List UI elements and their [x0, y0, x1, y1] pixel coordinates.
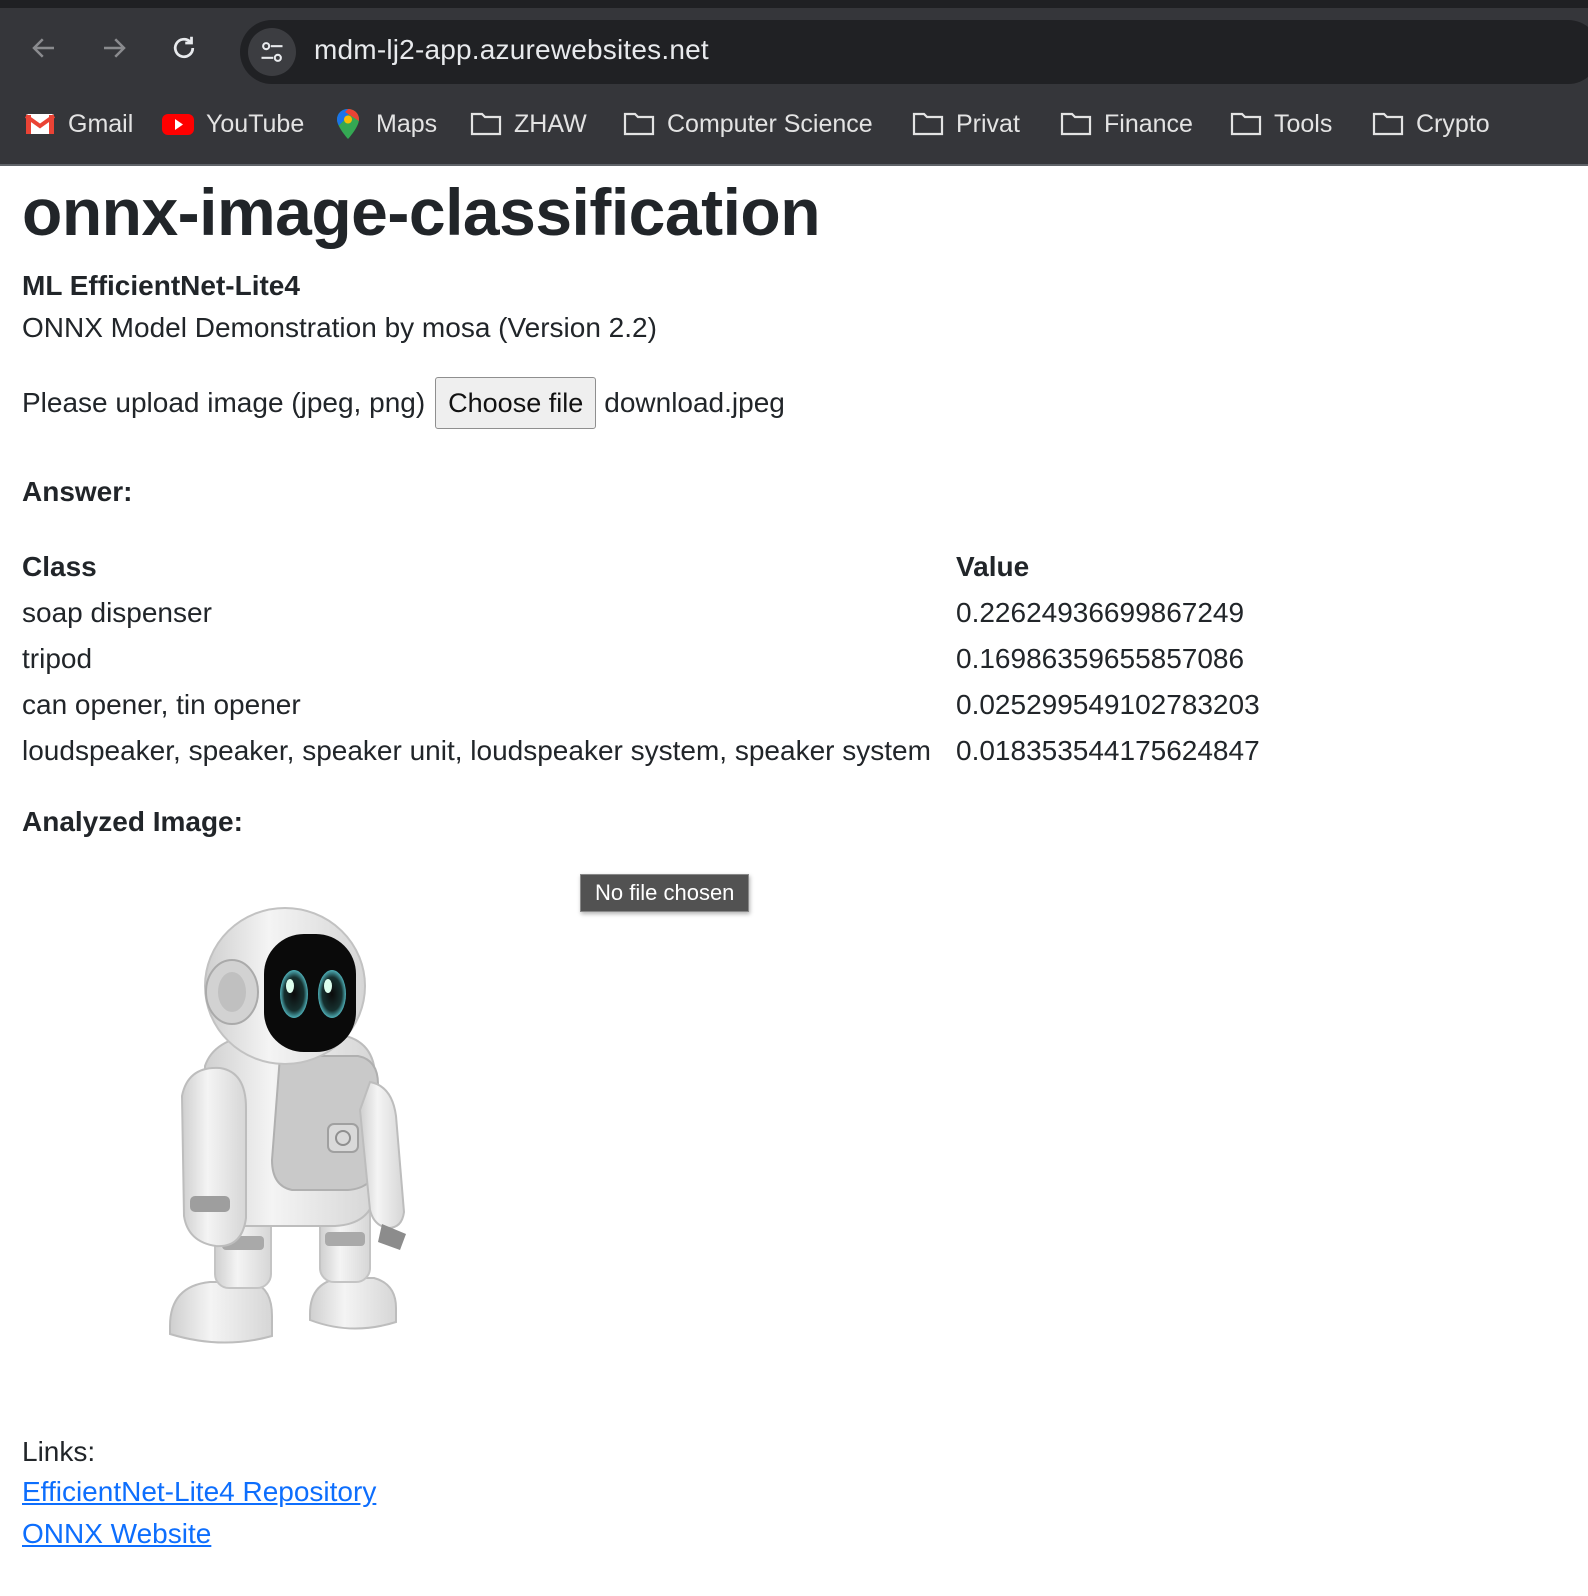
model-subtitle: ML EfficientNet-Lite4	[22, 270, 300, 301]
bookmark-label: Gmail	[68, 109, 134, 138]
value-cell: 0.16986359655857086	[956, 643, 1245, 674]
column-header-class: Class	[22, 551, 97, 582]
analyzed-image-heading: Analyzed Image:	[22, 806, 243, 837]
reload-icon	[173, 36, 195, 59]
links-label: Links:	[22, 1436, 96, 1467]
bookmark-label: Maps	[376, 109, 438, 138]
reload-button[interactable]	[164, 28, 204, 68]
browser-chrome: mdm-lj2-app.azurewebsites.net Gmail YouT…	[0, 0, 1588, 166]
class-cell: can opener, tin opener	[22, 689, 301, 720]
bookmark-computer-science[interactable]: Computer Science	[623, 108, 873, 140]
onnx-website-link[interactable]: ONNX Website	[22, 1518, 211, 1550]
tab-strip	[0, 0, 1588, 8]
value-cell: 0.22624936699867249	[956, 597, 1245, 628]
back-button[interactable]	[24, 28, 64, 68]
maps-icon	[332, 108, 364, 140]
upload-form: Please upload image (jpeg, png) Choose f…	[22, 376, 785, 430]
table-row: tripod 0.16986359655857086	[20, 636, 1262, 682]
bookmark-finance[interactable]: Finance	[1060, 108, 1193, 140]
bookmark-crypto[interactable]: Crypto	[1372, 108, 1490, 140]
answer-heading: Answer:	[22, 476, 133, 507]
youtube-icon	[162, 108, 194, 140]
value-cell: 0.025299549102783203	[956, 689, 1260, 720]
arrow-left-icon	[32, 38, 54, 58]
class-cell: tripod	[22, 643, 93, 674]
results-table: Class Value soap dispenser 0.22624936699…	[20, 544, 1262, 774]
gmail-icon	[24, 108, 56, 140]
bookmark-label: Finance	[1104, 109, 1193, 138]
bookmark-label: Computer Science	[667, 109, 873, 138]
bookmark-youtube[interactable]: YouTube	[162, 108, 304, 140]
bookmark-label: Tools	[1274, 109, 1333, 138]
bookmarks-bar: Gmail YouTube Maps ZHAW Computer Science	[0, 86, 1588, 164]
bookmark-zhaw[interactable]: ZHAW	[470, 108, 587, 140]
chosen-file-name: download.jpeg	[604, 387, 785, 418]
arrow-right-icon	[104, 38, 126, 58]
page-description: ONNX Model Demonstration by mosa (Versio…	[22, 312, 657, 343]
folder-icon	[470, 108, 502, 140]
site-settings-button[interactable]	[248, 28, 296, 76]
file-input-tooltip: No file chosen	[580, 874, 750, 912]
bookmark-label: Crypto	[1416, 109, 1490, 138]
bookmark-label: YouTube	[206, 109, 305, 138]
bookmark-privat[interactable]: Privat	[912, 108, 1020, 140]
folder-icon	[912, 108, 944, 140]
folder-icon	[1060, 108, 1092, 140]
upload-label: Please upload image (jpeg, png)	[22, 387, 426, 418]
table-row: can opener, tin opener 0.025299549102783…	[20, 682, 1262, 728]
class-cell: loudspeaker, speaker, speaker unit, loud…	[22, 735, 931, 766]
bookmark-label: Privat	[956, 109, 1020, 138]
analyzed-image	[169, 907, 406, 1344]
table-row: loudspeaker, speaker, speaker unit, loud…	[20, 728, 1262, 774]
class-cell: soap dispenser	[22, 597, 212, 628]
table-header-row: Class Value	[20, 544, 1262, 590]
column-header-value: Value	[956, 551, 1030, 582]
toolbar: mdm-lj2-app.azurewebsites.net	[0, 8, 1588, 86]
page-title: onnx-image-classification	[22, 175, 821, 249]
url-text[interactable]: mdm-lj2-app.azurewebsites.net	[314, 34, 709, 66]
bookmark-gmail[interactable]: Gmail	[24, 108, 133, 140]
table-row: soap dispenser 0.22624936699867249	[20, 590, 1262, 636]
tune-icon	[261, 42, 283, 62]
value-cell: 0.018353544175624847	[956, 735, 1260, 766]
folder-icon	[623, 108, 655, 140]
page-content: onnx-image-classification ML EfficientNe…	[0, 166, 1588, 1596]
address-bar[interactable]: mdm-lj2-app.azurewebsites.net	[240, 20, 1588, 84]
forward-button[interactable]	[94, 28, 134, 68]
folder-icon	[1230, 108, 1262, 140]
efficientnet-repository-link[interactable]: EfficientNet-Lite4 Repository	[22, 1476, 376, 1508]
bookmark-label: ZHAW	[514, 109, 587, 138]
choose-file-button[interactable]: Choose file	[435, 377, 597, 429]
bookmark-tools[interactable]: Tools	[1230, 108, 1332, 140]
folder-icon	[1372, 108, 1404, 140]
bookmark-maps[interactable]: Maps	[332, 108, 437, 140]
